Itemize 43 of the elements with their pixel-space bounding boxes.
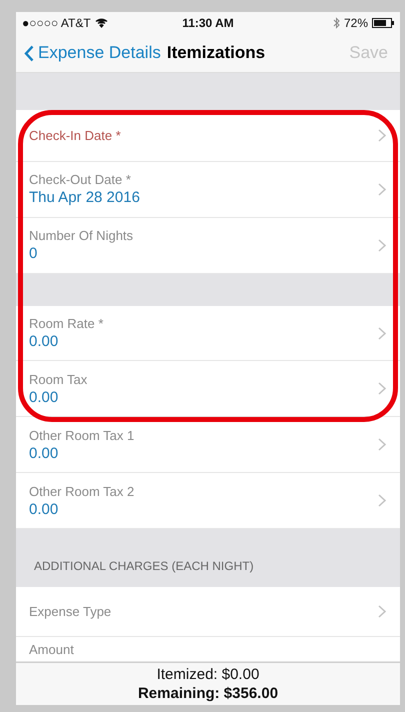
itemized-total: Itemized: $0.00 <box>156 666 260 684</box>
field-value: 0.00 <box>29 333 60 350</box>
battery-percent: 72% <box>344 16 368 30</box>
chevron-icon <box>378 238 386 252</box>
field-label: Number Of Nights <box>29 228 134 244</box>
form-row[interactable]: Number Of Nights 0 <box>16 218 400 274</box>
chevron-icon <box>378 182 386 196</box>
form-row[interactable]: Amount <box>16 637 400 662</box>
chevron-icon <box>378 382 386 396</box>
chevron-icon <box>378 326 386 340</box>
carrier-label: ●○○○○ AT&T <box>22 16 91 30</box>
section-header: ADDITIONAL CHARGES (EACH NIGHT) <box>16 529 400 588</box>
remaining-total: Remaining: $356.00 <box>138 685 278 702</box>
chevron-icon <box>378 494 386 508</box>
field-value: 0.00 <box>29 444 60 462</box>
form-row[interactable]: Other Room Tax 2 0.00 <box>16 473 400 530</box>
field-value: Thu Apr 28 2016 <box>29 189 141 206</box>
field-label: Check-Out Date * <box>29 172 132 188</box>
chevron-icon <box>378 605 386 618</box>
form-row[interactable]: Other Room Tax 1 0.00 <box>16 417 400 474</box>
field-label: Room Tax <box>29 372 88 387</box>
field-label: Other Room Tax 1 <box>29 428 136 443</box>
field-label: Other Room Tax 2 <box>29 484 136 499</box>
chevron-icon <box>378 128 386 142</box>
wifi-icon <box>94 18 108 28</box>
battery-icon <box>372 18 394 28</box>
back-button[interactable]: Expense Details <box>24 43 161 64</box>
field-value: 0.00 <box>29 500 60 518</box>
field-value: 0 <box>29 245 38 262</box>
bluetooth-icon <box>332 17 340 30</box>
chevron-icon <box>378 438 386 452</box>
form-row[interactable]: Expense Type <box>16 587 400 638</box>
field-label: Amount <box>29 642 75 657</box>
field-label: Check-In Date * <box>29 128 122 143</box>
form-row[interactable]: Room Rate * 0.00 <box>16 306 400 362</box>
form-row[interactable]: Check-Out Date * Thu Apr 28 2016 <box>16 162 400 218</box>
field-value: 0.00 <box>29 388 60 406</box>
field-label: Room Rate * <box>29 316 104 332</box>
back-chevron-icon <box>24 44 34 62</box>
form-row[interactable]: Room Tax 0.00 <box>16 361 400 418</box>
screen-title: Itemizations <box>166 43 266 64</box>
field-label: Expense Type <box>29 604 112 620</box>
clock-time: 11:30 AM <box>182 16 234 30</box>
